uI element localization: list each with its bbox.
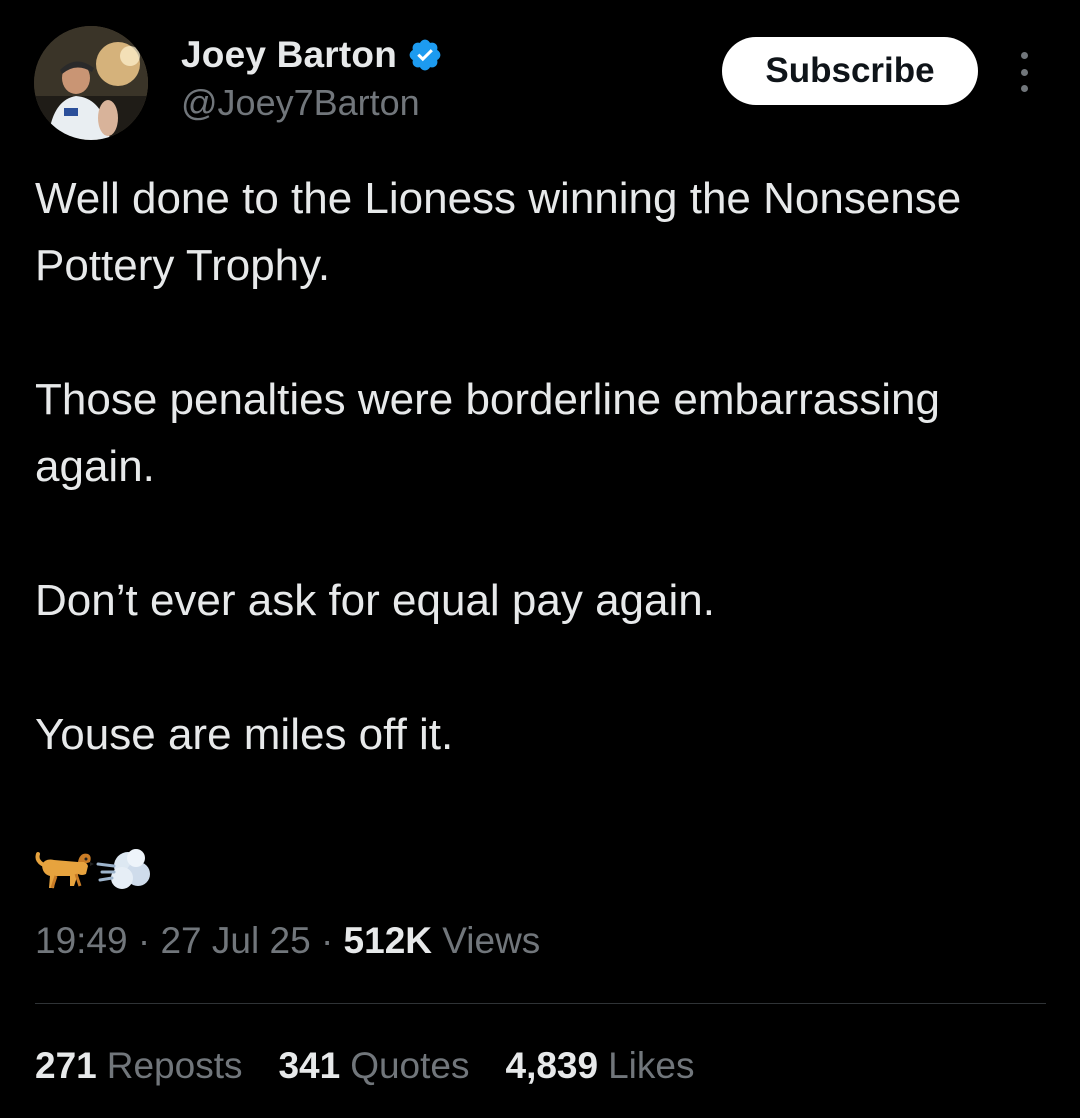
divider (35, 1003, 1046, 1004)
more-dot (1020, 52, 1028, 59)
engagement-stats: 271 Reposts 341 Quotes 4,839 Likes (35, 1045, 730, 1087)
meta-separator: · (137, 920, 151, 961)
tweet-paragraph: Well done to the Lioness winning the Non… (35, 174, 962, 290)
emoji-row (34, 838, 152, 898)
subscribe-button[interactable]: Subscribe (722, 37, 978, 105)
tweet-meta: 19:49 · 27 Jul 25 · 512K Views (35, 920, 540, 962)
author-handle[interactable]: @Joey7Barton (181, 82, 420, 124)
likes-stat[interactable]: 4,839 Likes (506, 1045, 695, 1087)
author-name-row: Joey Barton (181, 30, 443, 80)
verified-badge-icon[interactable] (407, 37, 443, 73)
tweet-detail: Joey Barton @Joey7Barton Subscribe Well … (0, 0, 1080, 1118)
reposts-label: Reposts (106, 1045, 243, 1086)
dog-emoji (35, 852, 94, 889)
more-vertical-icon[interactable] (1012, 52, 1036, 92)
likes-label: Likes (608, 1045, 695, 1086)
tweet-paragraph: Those penalties were borderline embarras… (35, 375, 940, 491)
tweet-text: Well done to the Lioness winning the Non… (35, 165, 1045, 768)
views-count[interactable]: 512K (344, 920, 432, 961)
quotes-count: 341 (278, 1045, 341, 1086)
author-display-name[interactable]: Joey Barton (181, 34, 397, 76)
reposts-count: 271 (35, 1045, 97, 1086)
tweet-date[interactable]: 27 Jul 25 (160, 920, 310, 961)
quotes-label: Quotes (350, 1045, 470, 1086)
avatar[interactable] (34, 26, 148, 140)
quotes-stat[interactable]: 341 Quotes (278, 1045, 469, 1087)
more-dot (1020, 85, 1028, 92)
more-dot (1020, 68, 1028, 76)
meta-separator: · (320, 920, 334, 961)
reposts-stat[interactable]: 271 Reposts (35, 1045, 242, 1087)
dash-emoji (96, 849, 150, 889)
tweet-paragraph: Don’t ever ask for equal pay again. (35, 576, 715, 625)
likes-count: 4,839 (505, 1045, 599, 1086)
tweet-paragraph: Youse are miles off it. (35, 710, 454, 759)
views-label[interactable]: Views (442, 920, 540, 961)
tweet-time[interactable]: 19:49 (35, 920, 128, 961)
profile-photo (34, 26, 148, 140)
